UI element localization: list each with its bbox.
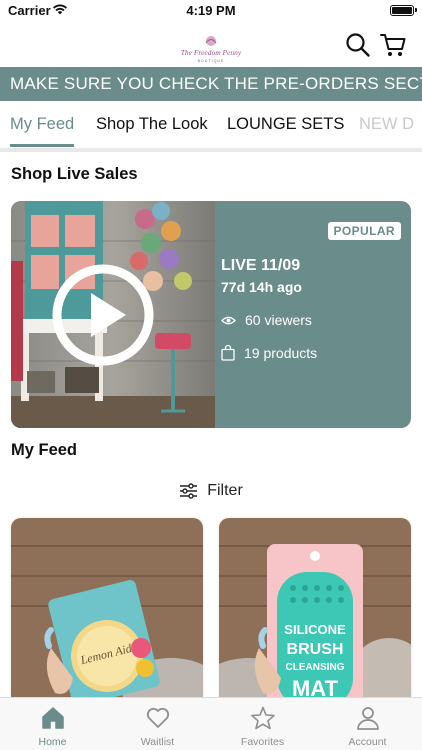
nav-waitlist-label: Waitlist [140, 736, 175, 748]
nav-waitlist[interactable]: Waitlist [105, 698, 210, 750]
bottom-tab-bar: Home Waitlist Favorites Account [0, 697, 422, 750]
active-tab-indicator [10, 144, 74, 147]
tabs-divider [0, 148, 422, 152]
product-image: Lemon Aid [11, 518, 203, 708]
live-sale-title: LIVE 11/09 [221, 257, 301, 274]
tab-lounge-sets[interactable]: LOUNGE SETS [227, 104, 344, 148]
svg-text:BRUSH: BRUSH [287, 641, 344, 658]
status-bar: Carrier 4:19 PM [0, 0, 422, 22]
popular-badge: POPULAR [327, 222, 401, 240]
nav-account-label: Account [348, 736, 387, 748]
category-tabs: My Feed Shop The Look LOUNGE SETS NEW D [0, 104, 422, 148]
clock: 4:19 PM [186, 3, 236, 18]
viewers-count: 60 viewers [245, 312, 312, 328]
search-icon[interactable] [344, 31, 372, 59]
battery-icon [390, 5, 417, 16]
live-sales-title: Shop Live Sales [11, 165, 138, 183]
eye-icon [221, 316, 236, 324]
play-icon[interactable] [51, 263, 155, 367]
live-sale-card[interactable]: POPULAR LIVE 11/09 77d 14h ago 60 viewer… [11, 201, 411, 428]
svg-text:CLEANSING: CLEANSING [286, 662, 345, 673]
app-header: The Freedom Penny BOUTIQUE [0, 22, 422, 67]
cart-icon[interactable] [379, 31, 407, 59]
heart-icon [146, 707, 170, 728]
product-image: SILICONE BRUSH CLEANSING MAT [219, 518, 411, 708]
live-sale-info: POPULAR LIVE 11/09 77d 14h ago 60 viewer… [215, 201, 411, 428]
feed-title: My Feed [11, 441, 78, 459]
filter-button[interactable]: Filter [0, 478, 422, 504]
svg-text:BOUTIQUE: BOUTIQUE [198, 59, 225, 63]
viewers-stat: 60 viewers [221, 312, 312, 328]
person-icon [357, 707, 379, 730]
tab-shop-the-look[interactable]: Shop The Look [96, 104, 208, 148]
svg-text:The Freedom Penny: The Freedom Penny [181, 48, 242, 57]
tab-my-feed[interactable]: My Feed [10, 104, 74, 148]
product-card[interactable]: SILICONE BRUSH CLEANSING MAT [219, 518, 411, 708]
svg-text:SILICONE: SILICONE [284, 622, 346, 637]
nav-home-label: Home [38, 736, 67, 748]
nav-favorites[interactable]: Favorites [210, 698, 315, 750]
live-sale-time: 77d 14h ago [221, 279, 302, 295]
home-icon [42, 707, 64, 729]
products-stat: 19 products [221, 345, 317, 361]
shopping-bag-icon [221, 345, 235, 361]
nav-home[interactable]: Home [0, 698, 105, 750]
filter-label: Filter [207, 482, 243, 499]
nav-account[interactable]: Account [315, 698, 420, 750]
products-count: 19 products [244, 345, 318, 361]
product-card[interactable]: Lemon Aid [11, 518, 203, 708]
sliders-icon [180, 483, 198, 499]
announcement-banner[interactable]: MAKE SURE YOU CHECK THE PRE-ORDERS SECTI… [0, 67, 422, 101]
tab-new[interactable]: NEW D [359, 104, 414, 148]
nav-favorites-label: Favorites [240, 736, 285, 748]
brand-logo[interactable]: The Freedom Penny BOUTIQUE [178, 34, 244, 64]
star-icon [251, 706, 275, 730]
